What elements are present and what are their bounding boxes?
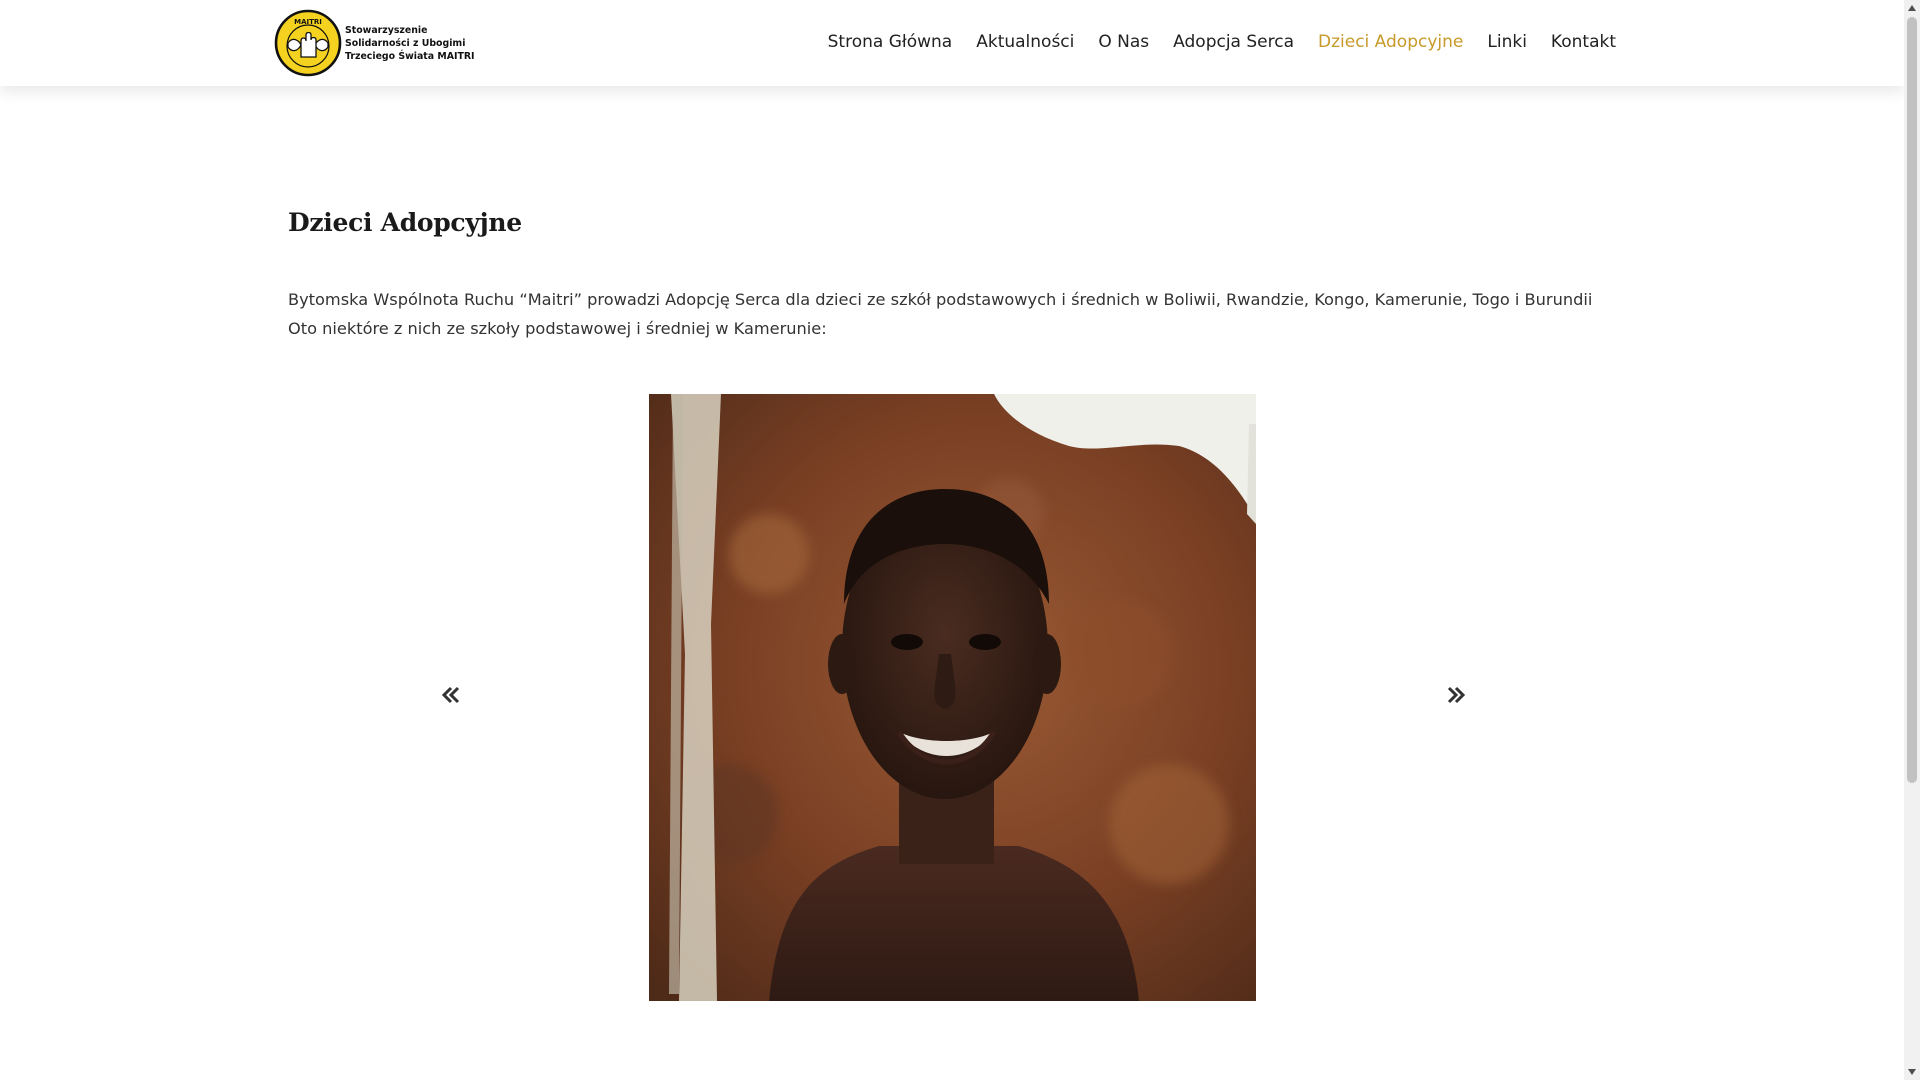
double-chevron-left-icon (441, 686, 460, 704)
intro-paragraph: Bytomska Wspólnota Ruchu “Maitri” prowad… (288, 290, 1593, 338)
scroll-down-button[interactable] (1904, 1064, 1920, 1080)
child-portrait-image (649, 394, 1256, 1001)
site-header: MAITRI Stowarzyszenie Solidarności z Ubo… (0, 0, 1904, 86)
nav-item-linki[interactable]: Linki (1487, 30, 1527, 54)
nav-item-aktualnosci[interactable]: Aktualności (976, 30, 1074, 54)
slider-next-button[interactable] (1436, 675, 1476, 715)
maitri-logo-icon: MAITRI (274, 9, 342, 77)
site-logo[interactable]: MAITRI Stowarzyszenie Solidarności z Ubo… (274, 9, 475, 77)
slider-prev-button[interactable] (431, 675, 471, 715)
vertical-scrollbar[interactable] (1904, 0, 1920, 1080)
logo-organization-name: Stowarzyszenie Solidarności z Ubogimi Tr… (345, 24, 475, 63)
triangle-up-icon (1908, 5, 1916, 11)
slider-photo (649, 394, 1256, 1001)
double-chevron-right-icon (1447, 686, 1466, 704)
nav-item-dzieci-adopcyjne[interactable]: Dzieci Adopcyjne (1318, 30, 1463, 54)
main-navigation: Strona Główna Aktualności O Nas Adopcja … (804, 30, 1616, 54)
scroll-up-button[interactable] (1904, 0, 1920, 16)
page-title: Dzieci Adopcyjne (288, 208, 522, 237)
scrollbar-thumb[interactable] (1907, 17, 1917, 783)
nav-item-o-nas[interactable]: O Nas (1098, 30, 1149, 54)
page-viewport: MAITRI Stowarzyszenie Solidarności z Ubo… (0, 0, 1904, 1080)
nav-item-strona-glowna[interactable]: Strona Główna (828, 30, 953, 54)
photo-slider (288, 394, 1618, 1001)
logo-line: Trzeciego Świata MAITRI (345, 50, 475, 62)
nav-item-adopcja-serca[interactable]: Adopcja Serca (1173, 30, 1294, 54)
nav-item-kontakt[interactable]: Kontakt (1551, 30, 1616, 54)
logo-line: Stowarzyszenie (345, 24, 428, 36)
logo-badge-text: MAITRI (294, 18, 322, 26)
logo-line: Solidarności z Ubogimi (345, 37, 466, 49)
triangle-down-icon (1908, 1069, 1916, 1075)
